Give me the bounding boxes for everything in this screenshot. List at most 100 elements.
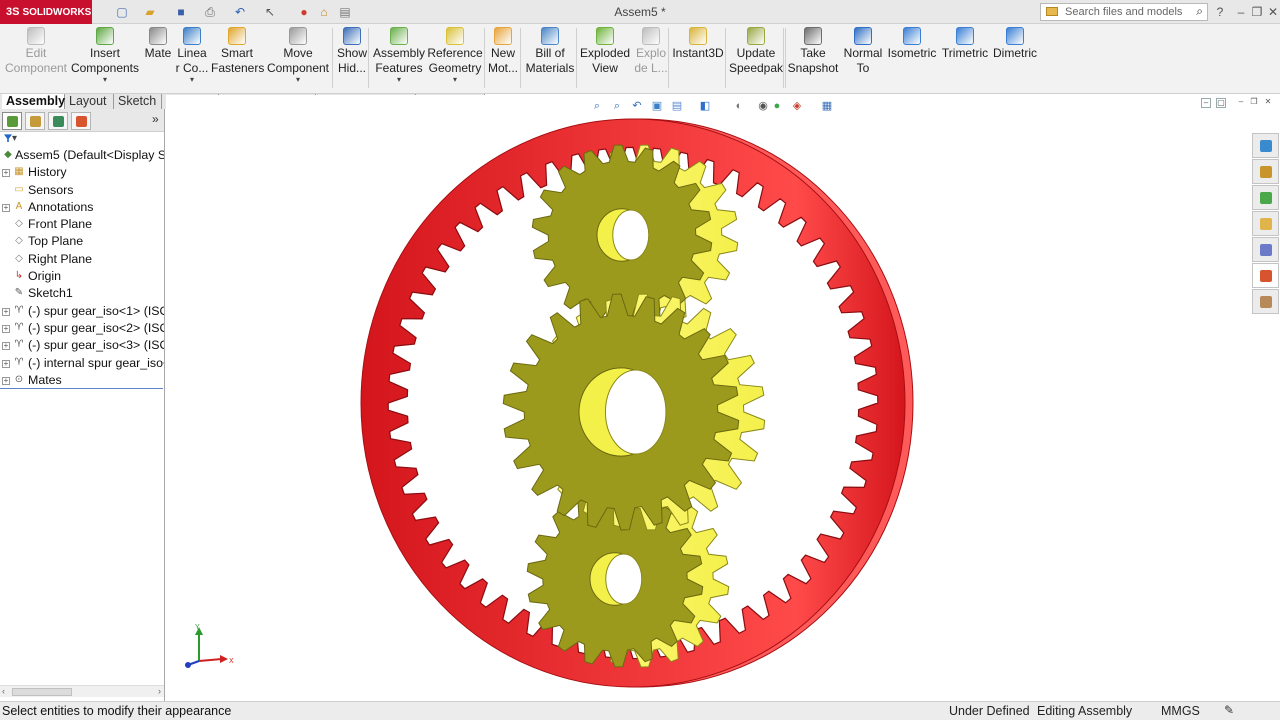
custom-properties-tab[interactable] (1252, 263, 1279, 288)
filter-icon[interactable]: ▾ (4, 133, 17, 144)
solidworks-resources-tab[interactable] (1252, 133, 1279, 158)
rollback-bar[interactable] (0, 388, 163, 389)
tree-item-label: (-) spur gear_iso<2> (ISO (28, 320, 164, 335)
expand-icon[interactable]: + (2, 359, 10, 368)
tree-sketch1[interactable]: ✎ Sketch1 (0, 285, 164, 302)
status-bar: Select entities to modify their appearan… (0, 701, 1280, 720)
graphics-area[interactable]: ⌕ ⌕ ↶ ▣ ▤ ◧ ◐ ◉ ● ◈ ▦ – ▢ – ❐ ✕ Y X (166, 95, 1280, 701)
featuremanager-panel: » ▾ ◆ Assem5 (Default<Display S + ▦ History ▭… (0, 109, 165, 701)
exploded-view-icon (596, 27, 614, 45)
file-explorer-tab[interactable] (1252, 185, 1279, 210)
solidworks-forum-tab[interactable] (1252, 289, 1279, 314)
custom-properties-icon (1260, 270, 1272, 282)
isometric-button[interactable]: Isometric (886, 27, 938, 61)
expand-icon[interactable]: + (2, 203, 10, 212)
bottom-spur-gear-bore-hole[interactable] (605, 553, 643, 605)
ribbon-button-label: Show Hid... (336, 46, 368, 75)
scroll-right-icon[interactable]: › (158, 686, 161, 696)
search-input[interactable]: Search files and models ⌕ (1040, 3, 1208, 21)
search-icon[interactable]: ⌕ (1196, 4, 1203, 19)
tab-layout[interactable]: Layout (65, 94, 114, 109)
center-spur-gear-bore-hole[interactable] (604, 369, 667, 455)
scroll-left-icon[interactable]: ‹ (2, 686, 5, 696)
view-palette-tab[interactable] (1252, 211, 1279, 236)
scrollbar-thumb[interactable] (12, 688, 72, 696)
reference-geometry-button[interactable]: Reference Geometry ▾ (427, 27, 483, 84)
configurationmanager-tab[interactable] (48, 112, 68, 130)
file-properties-icon[interactable]: ⌂ (316, 4, 332, 20)
tree-spur-gear-1[interactable]: + ♈ (-) spur gear_iso<1> (ISO (0, 303, 164, 320)
unit-system-selector[interactable]: MMGS (1161, 704, 1200, 718)
panel-expand-icon[interactable]: » (152, 112, 159, 126)
exploded-view-button[interactable]: Exploded View (580, 27, 630, 76)
open-document-icon[interactable]: ▰ (142, 4, 158, 20)
propertymanager-tab[interactable] (25, 112, 45, 130)
design-library-tab[interactable] (1252, 159, 1279, 184)
top-spur-gear-bore-hole[interactable] (612, 209, 650, 261)
update-speedpak-button[interactable]: Update Speedpak (728, 27, 784, 76)
dropdown-arrow-icon[interactable]: ▾ (175, 76, 209, 84)
select-icon[interactable]: ↖ (262, 4, 278, 20)
normal-to-button[interactable]: Normal To (842, 27, 884, 76)
restore-button[interactable]: ❐ (1250, 4, 1264, 20)
options-icon[interactable]: ▤ (337, 4, 353, 20)
new-motion-study-button[interactable]: New Mot... (487, 27, 519, 76)
displaymanager-tab[interactable] (71, 112, 91, 130)
expand-icon[interactable]: + (2, 342, 10, 351)
close-button[interactable]: ✕ (1266, 4, 1280, 20)
tab-assembly[interactable]: Assembly (2, 94, 65, 109)
horizontal-scrollbar[interactable]: ‹ › (0, 685, 164, 697)
tab-sketch[interactable]: Sketch (114, 94, 162, 109)
tree-spur-gear-3[interactable]: + ♈ (-) spur gear_iso<3> (ISO (0, 337, 164, 354)
help-icon[interactable]: ? (1213, 4, 1227, 20)
move-component-button[interactable]: Move Component ▾ (265, 27, 331, 84)
ribbon-button-label: Explo de L... (634, 46, 668, 75)
expand-icon[interactable]: + (2, 324, 10, 333)
quick-tips-icon[interactable]: ✎ (1224, 703, 1234, 717)
tree-origin[interactable]: ↳ Origin (0, 268, 164, 285)
tree-right-plane[interactable]: ◇ Right Plane (0, 251, 164, 268)
appearances-scenes-tab[interactable] (1252, 237, 1279, 262)
edit-component-button[interactable]: Edit Component (2, 27, 70, 76)
smart-fasteners-button[interactable]: Smart Fasteners (211, 27, 264, 76)
dimetric-button[interactable]: Dimetric (990, 27, 1040, 61)
tree-annotations[interactable]: + A Annotations (0, 199, 164, 216)
status-mode: Editing Assembly (1037, 704, 1133, 718)
save-icon[interactable]: ■ (173, 4, 189, 20)
tree-item-label: Sketch1 (28, 286, 73, 301)
gear-assembly-model[interactable] (166, 95, 1280, 701)
linear-pattern-button[interactable]: Linea r Co... ▾ (175, 27, 209, 84)
rebuild-icon[interactable]: ● (296, 4, 312, 20)
take-snapshot-button[interactable]: Take Snapshot (787, 27, 839, 76)
dropdown-arrow-icon[interactable]: ▾ (265, 76, 331, 84)
trimetric-button[interactable]: Trimetric (940, 27, 990, 61)
tree-spur-gear-2[interactable]: + ♈ (-) spur gear_iso<2> (ISO (0, 320, 164, 337)
instant3d-button[interactable]: Instant3D (672, 27, 724, 61)
tree-root[interactable]: ◆ Assem5 (Default<Display S (0, 147, 164, 164)
expand-icon[interactable]: + (2, 169, 10, 178)
expand-icon[interactable]: + (2, 307, 10, 316)
tree-front-plane[interactable]: ◇ Front Plane (0, 216, 164, 233)
tree-internal-spur-gear[interactable]: + ♈ (-) internal spur gear_iso< (0, 355, 164, 372)
featuremanager-tab[interactable] (2, 112, 22, 130)
insert-components-button[interactable]: Insert Components ▾ (70, 27, 140, 84)
tree-mates[interactable]: + ⊙ Mates (0, 372, 164, 389)
tree-history[interactable]: + ▦ History (0, 164, 164, 181)
tree-sensors[interactable]: ▭ Sensors (0, 182, 164, 199)
minimize-button[interactable]: – (1234, 4, 1248, 20)
dropdown-arrow-icon[interactable]: ▾ (70, 76, 140, 84)
show-hidden-button[interactable]: Show Hid... (336, 27, 368, 76)
bill-of-materials-button[interactable]: Bill of Materials (523, 27, 577, 76)
mate-button[interactable]: Mate (142, 27, 174, 61)
expand-icon[interactable]: + (2, 376, 10, 385)
print-icon[interactable]: ⎙ (202, 4, 218, 20)
tree-item-label: (-) internal spur gear_iso< (28, 355, 164, 370)
explode-line-sketch-button[interactable]: Explo de L... (633, 27, 669, 76)
tree-top-plane[interactable]: ◇ Top Plane (0, 233, 164, 250)
dropdown-arrow-icon[interactable]: ▾ (372, 76, 426, 84)
solidworks-logo[interactable]: 3S SOLIDWORKS (0, 0, 92, 24)
assembly-features-button[interactable]: Assembly Features ▾ (372, 27, 426, 84)
new-document-icon[interactable]: ▢ (114, 4, 130, 20)
undo-icon[interactable]: ↶ (232, 4, 248, 20)
dropdown-arrow-icon[interactable]: ▾ (427, 76, 483, 84)
